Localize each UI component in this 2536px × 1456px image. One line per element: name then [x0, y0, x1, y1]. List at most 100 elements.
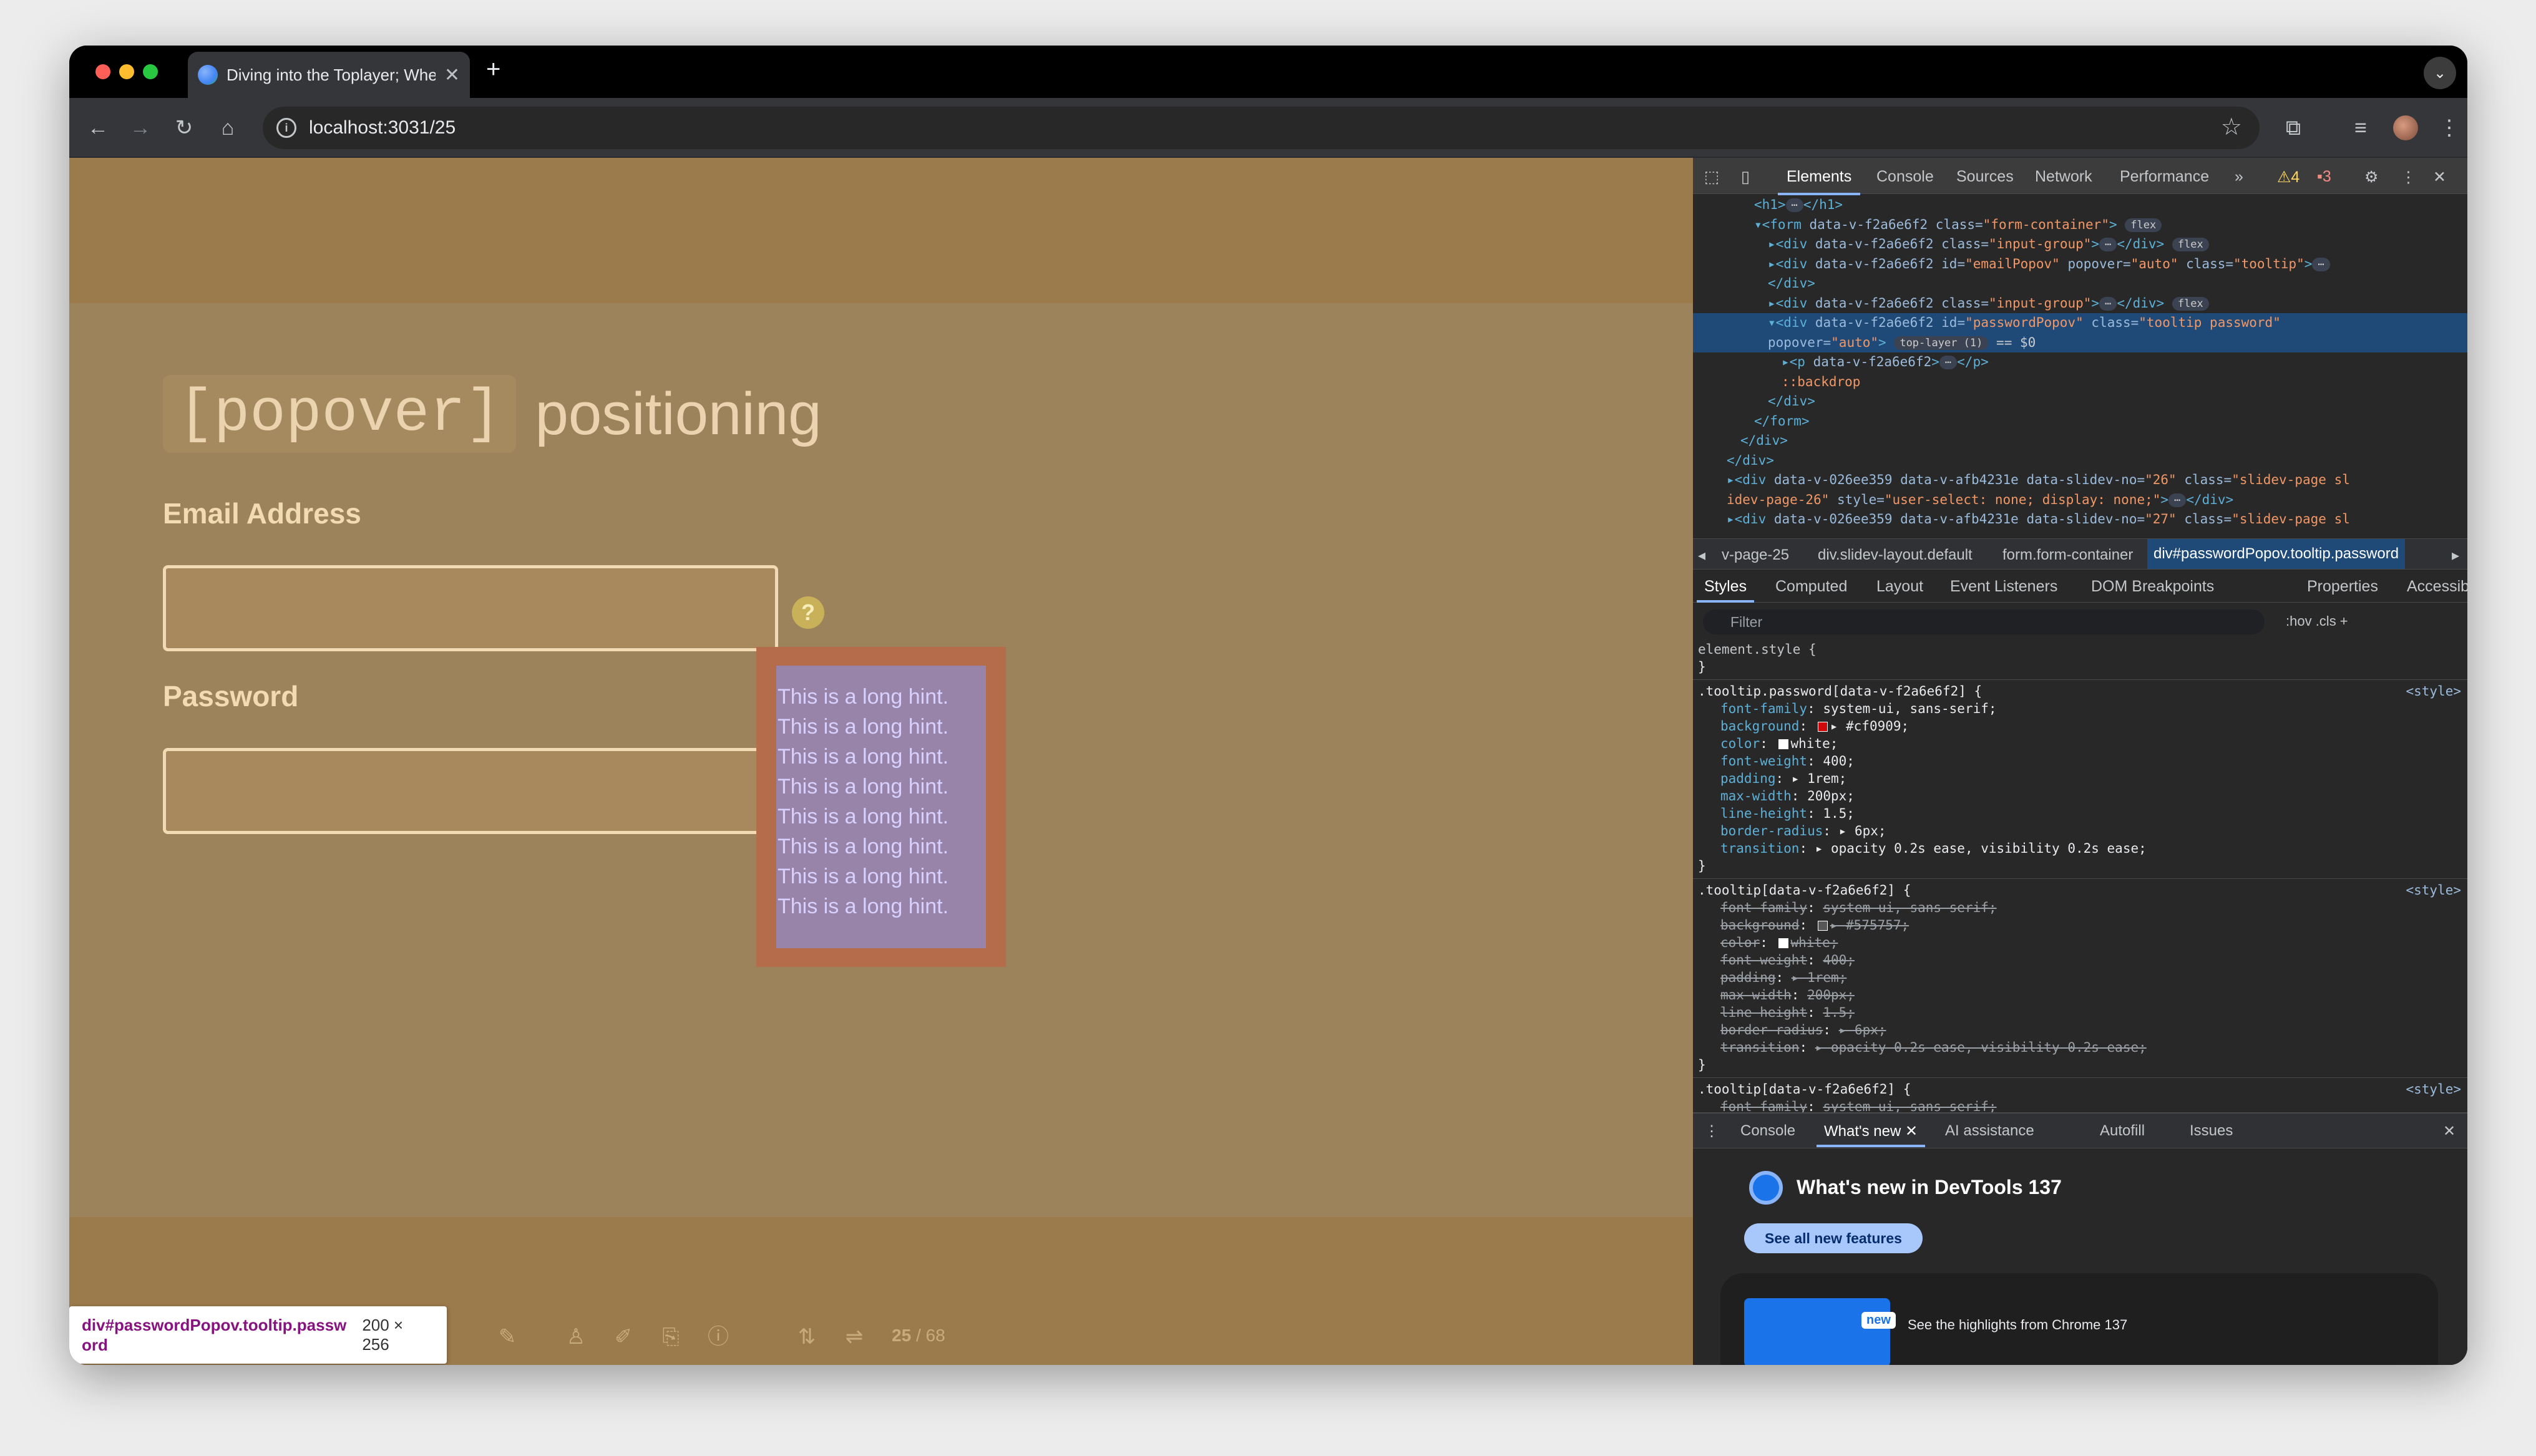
dom-node-line[interactable]: popover="auto"> top-layer (1) == $0 — [1693, 332, 2467, 352]
profile-avatar[interactable] — [2393, 115, 2418, 140]
site-info-icon[interactable]: i — [276, 118, 296, 138]
dom-node-line[interactable]: </div> — [1693, 431, 2467, 451]
browser-tab[interactable]: Diving into the Toplayer; Whe ✕ — [188, 52, 470, 98]
dom-node-line[interactable]: idev-page-26" style="user-select: none; … — [1693, 490, 2467, 510]
style-rule[interactable]: <style> .tooltip[data-v-f2a6e6f2] {font-f… — [1693, 879, 2467, 1078]
dom-node-line[interactable]: </div> — [1693, 451, 2467, 471]
email-field[interactable] — [163, 565, 778, 651]
css-property[interactable]: max-width: 200px; — [1698, 787, 2462, 805]
dom-tree[interactable]: <h1> ⋯ </h1> ▾<form data-v-f2a6e6f2 class="… — [1693, 195, 2467, 538]
drawer-tab-console[interactable]: Console — [1740, 1122, 1795, 1140]
color-swatch[interactable] — [1817, 921, 1828, 931]
css-property[interactable]: font-family: system-ui, sans-serif; — [1698, 899, 2462, 916]
rule-source-link[interactable]: <style> — [2406, 881, 2461, 899]
tab-performance[interactable]: Performance — [2120, 168, 2209, 186]
css-property[interactable]: border-radius: ▸ 6px; — [1698, 1021, 2462, 1039]
css-property[interactable]: line-height: 1.5; — [1698, 805, 2462, 822]
tab-search-button[interactable]: ⌄ — [2424, 57, 2456, 89]
help-icon[interactable]: ? — [792, 596, 824, 629]
dom-node-line[interactable]: <h1> ⋯ </h1> — [1693, 195, 2467, 215]
subtab-event-listeners[interactable]: Event Listeners — [1950, 578, 2057, 596]
dom-node-line[interactable]: ▸<div data-v-026ee359 data-v-afb4231e da… — [1693, 470, 2467, 490]
dom-node-line[interactable]: ▸<div data-v-f2a6e6f2 class="input-group… — [1693, 235, 2467, 255]
css-property[interactable]: padding: ▸ 1rem; — [1698, 770, 2462, 787]
styles-filter-input[interactable]: Filter — [1703, 609, 2265, 634]
element-style-rule[interactable]: element.style { } — [1693, 638, 2467, 680]
subtab-properties[interactable]: Properties — [2307, 578, 2378, 596]
css-property[interactable]: transition: ▸ opacity 0.2s ease, visibil… — [1698, 1039, 2462, 1056]
dom-node-line[interactable]: ▸<div data-v-f2a6e6f2 class="input-group… — [1693, 294, 2467, 314]
breadcrumb-item[interactable]: v-page-25 — [1722, 546, 1789, 564]
css-property[interactable]: font-family: system-ui, sans-serif; — [1698, 1098, 2462, 1112]
dom-node-line[interactable]: ▾<div data-v-f2a6e6f2 id="passwordPopov"… — [1693, 313, 2467, 333]
dom-node-line[interactable]: </div> — [1693, 392, 2467, 412]
style-rule[interactable]: <style> .tooltip[data-v-f2a6e6f2] {font-f… — [1693, 1078, 2467, 1112]
media-controls-icon[interactable]: ≡ — [2346, 113, 2376, 143]
presenter-icon[interactable]: ♙ — [562, 1323, 590, 1351]
inspect-element-icon[interactable]: ⬚ — [1697, 162, 1727, 192]
drawer-tab-ai-assistance[interactable]: AI assistance — [1945, 1122, 2034, 1140]
tab-console[interactable]: Console — [1876, 168, 1934, 186]
breadcrumb-right-arrow[interactable]: ▸ — [2452, 546, 2459, 565]
more-tabs-icon[interactable]: » — [2235, 168, 2243, 186]
see-all-features-button[interactable]: See all new features — [1744, 1223, 1923, 1253]
info-icon[interactable]: ⓘ — [705, 1323, 732, 1351]
minimize-window-button[interactable] — [119, 64, 134, 79]
breadcrumb-left-arrow[interactable]: ◂ — [1698, 546, 1705, 565]
breadcrumb-item[interactable]: form.form-container — [2002, 546, 2133, 564]
dom-node-line[interactable]: ▸<div data-v-f2a6e6f2 id="emailPopov" po… — [1693, 255, 2467, 274]
drawer-menu-icon[interactable]: ⋮ — [1704, 1122, 1719, 1140]
css-property[interactable]: transition: ▸ opacity 0.2s ease, visibil… — [1698, 840, 2462, 857]
warning-count[interactable]: ⚠4 — [2277, 168, 2299, 187]
dom-node-line[interactable]: ▾<form data-v-f2a6e6f2 class="form-conta… — [1693, 215, 2467, 235]
tab-network[interactable]: Network — [2035, 168, 2092, 186]
edit-icon[interactable]: ✐ — [610, 1323, 637, 1351]
subtab-accessibility[interactable]: Accessibility — [2407, 578, 2467, 596]
url-text[interactable]: localhost:3031/25 — [309, 117, 456, 138]
color-swatch[interactable] — [1778, 938, 1788, 948]
maximize-window-button[interactable] — [143, 64, 158, 79]
export-icon[interactable]: ⎘ — [657, 1323, 685, 1351]
new-tab-button[interactable]: + — [486, 56, 500, 84]
devtools-menu-icon[interactable]: ⋮ — [2401, 168, 2416, 187]
password-field[interactable] — [163, 748, 778, 834]
home-icon[interactable]: ⌂ — [213, 113, 243, 143]
close-window-button[interactable] — [95, 64, 110, 79]
reload-icon[interactable]: ↻ — [169, 113, 199, 143]
css-property[interactable]: color: white; — [1698, 735, 2462, 752]
css-property[interactable]: max-width: 200px; — [1698, 986, 2462, 1004]
dom-node-line[interactable]: ▸<div data-v-026ee359 data-v-afb4231e da… — [1693, 510, 2467, 530]
tab-elements[interactable]: Elements — [1777, 168, 1861, 195]
style-rule[interactable]: <style> .tooltip.password[data-v-f2a6e6f2… — [1693, 680, 2467, 879]
dom-node-line[interactable]: </div> — [1693, 274, 2467, 294]
address-bar[interactable]: i localhost:3031/25 ☆ — [263, 107, 2260, 149]
filter-tools[interactable]: :hov .cls + — [2286, 613, 2348, 629]
subtab-computed[interactable]: Computed — [1775, 578, 1847, 596]
rule-source-link[interactable]: <style> — [2406, 1080, 2461, 1098]
tab-sources[interactable]: Sources — [1956, 168, 2014, 186]
css-property[interactable]: background: ▸ #575757; — [1698, 916, 2462, 934]
css-property[interactable]: font-weight: 400; — [1698, 752, 2462, 770]
css-property[interactable]: color: white; — [1698, 934, 2462, 951]
css-property[interactable]: font-family: system-ui, sans-serif; — [1698, 700, 2462, 717]
css-property[interactable]: line-height: 1.5; — [1698, 1004, 2462, 1021]
css-property[interactable]: background: ▸ #cf0909; — [1698, 717, 2462, 735]
drawer-tab-autofill[interactable]: Autofill — [2100, 1122, 2145, 1140]
dom-node-line[interactable]: ::backdrop — [1693, 372, 2467, 392]
color-swatch[interactable] — [1778, 739, 1788, 749]
back-arrow-icon[interactable]: ← — [83, 113, 113, 143]
drawer-tab-whats-new[interactable]: What's new ✕ — [1816, 1122, 1926, 1147]
settings-gear-icon[interactable]: ⚙ — [2364, 168, 2378, 187]
close-devtools-icon[interactable]: ✕ — [2433, 168, 2446, 187]
extensions-icon[interactable]: ⧉ — [2278, 113, 2308, 143]
browser-menu-icon[interactable]: ⋮ — [2434, 113, 2464, 143]
css-property[interactable]: padding: ▸ 1rem; — [1698, 969, 2462, 986]
subtab-styles[interactable]: Styles — [1696, 578, 1755, 603]
settings-sliders-icon[interactable]: ⇌ — [841, 1323, 868, 1351]
css-property[interactable]: border-radius: ▸ 6px; — [1698, 822, 2462, 840]
dom-node-line[interactable]: ▸<p data-v-f2a6e6f2> ⋯ </p> — [1693, 352, 2467, 372]
color-swatch[interactable] — [1817, 722, 1828, 732]
breadcrumb-item[interactable]: div.slidev-layout.default — [1818, 546, 1973, 564]
subtab-layout[interactable]: Layout — [1876, 578, 1923, 596]
forward-arrow-icon[interactable]: → — [125, 113, 155, 143]
